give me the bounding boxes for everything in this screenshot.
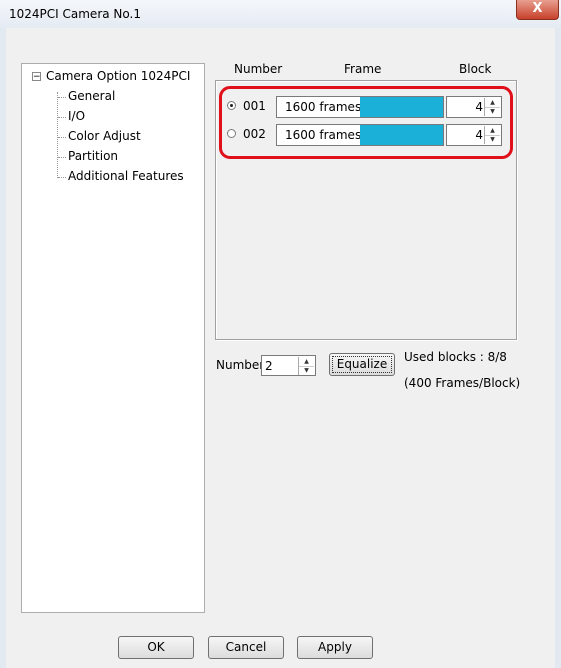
frames-per-block-text: (400 Frames/Block): [404, 376, 521, 390]
tree-item-partition[interactable]: Partition: [58, 149, 118, 163]
tree-root-label[interactable]: Camera Option 1024PCI: [46, 69, 190, 83]
window-title: 1024PCI Camera No.1: [9, 7, 141, 21]
used-blocks-text: Used blocks : 8/8: [404, 350, 507, 364]
options-tree[interactable]: − Camera Option 1024PCI General I/O Colo…: [21, 63, 205, 613]
equalize-button[interactable]: Equalize: [329, 353, 395, 376]
partition-count-value[interactable]: 2: [265, 359, 273, 373]
spin-down-icon[interactable]: ▼: [299, 366, 314, 375]
close-button[interactable]: X: [516, 0, 559, 20]
number-label: Number: [216, 358, 265, 372]
apply-button[interactable]: Apply: [297, 636, 373, 659]
header-frame: Frame: [344, 62, 382, 76]
tree-item-additional-features[interactable]: Additional Features: [58, 169, 184, 183]
tree-item-color-adjust[interactable]: Color Adjust: [58, 129, 141, 143]
collapse-icon[interactable]: −: [32, 72, 41, 82]
highlight-annotation: [219, 86, 513, 159]
cancel-button[interactable]: Cancel: [208, 636, 284, 659]
partition-count-spinner[interactable]: 2 ▲ ▼: [261, 355, 316, 376]
ok-button[interactable]: OK: [118, 636, 194, 659]
header-number: Number: [234, 62, 283, 76]
title-bar: 1024PCI Camera No.1 X: [0, 0, 561, 28]
tree-item-io[interactable]: I/O: [58, 109, 85, 123]
header-block: Block: [459, 62, 492, 76]
tree-item-general[interactable]: General: [58, 89, 115, 103]
